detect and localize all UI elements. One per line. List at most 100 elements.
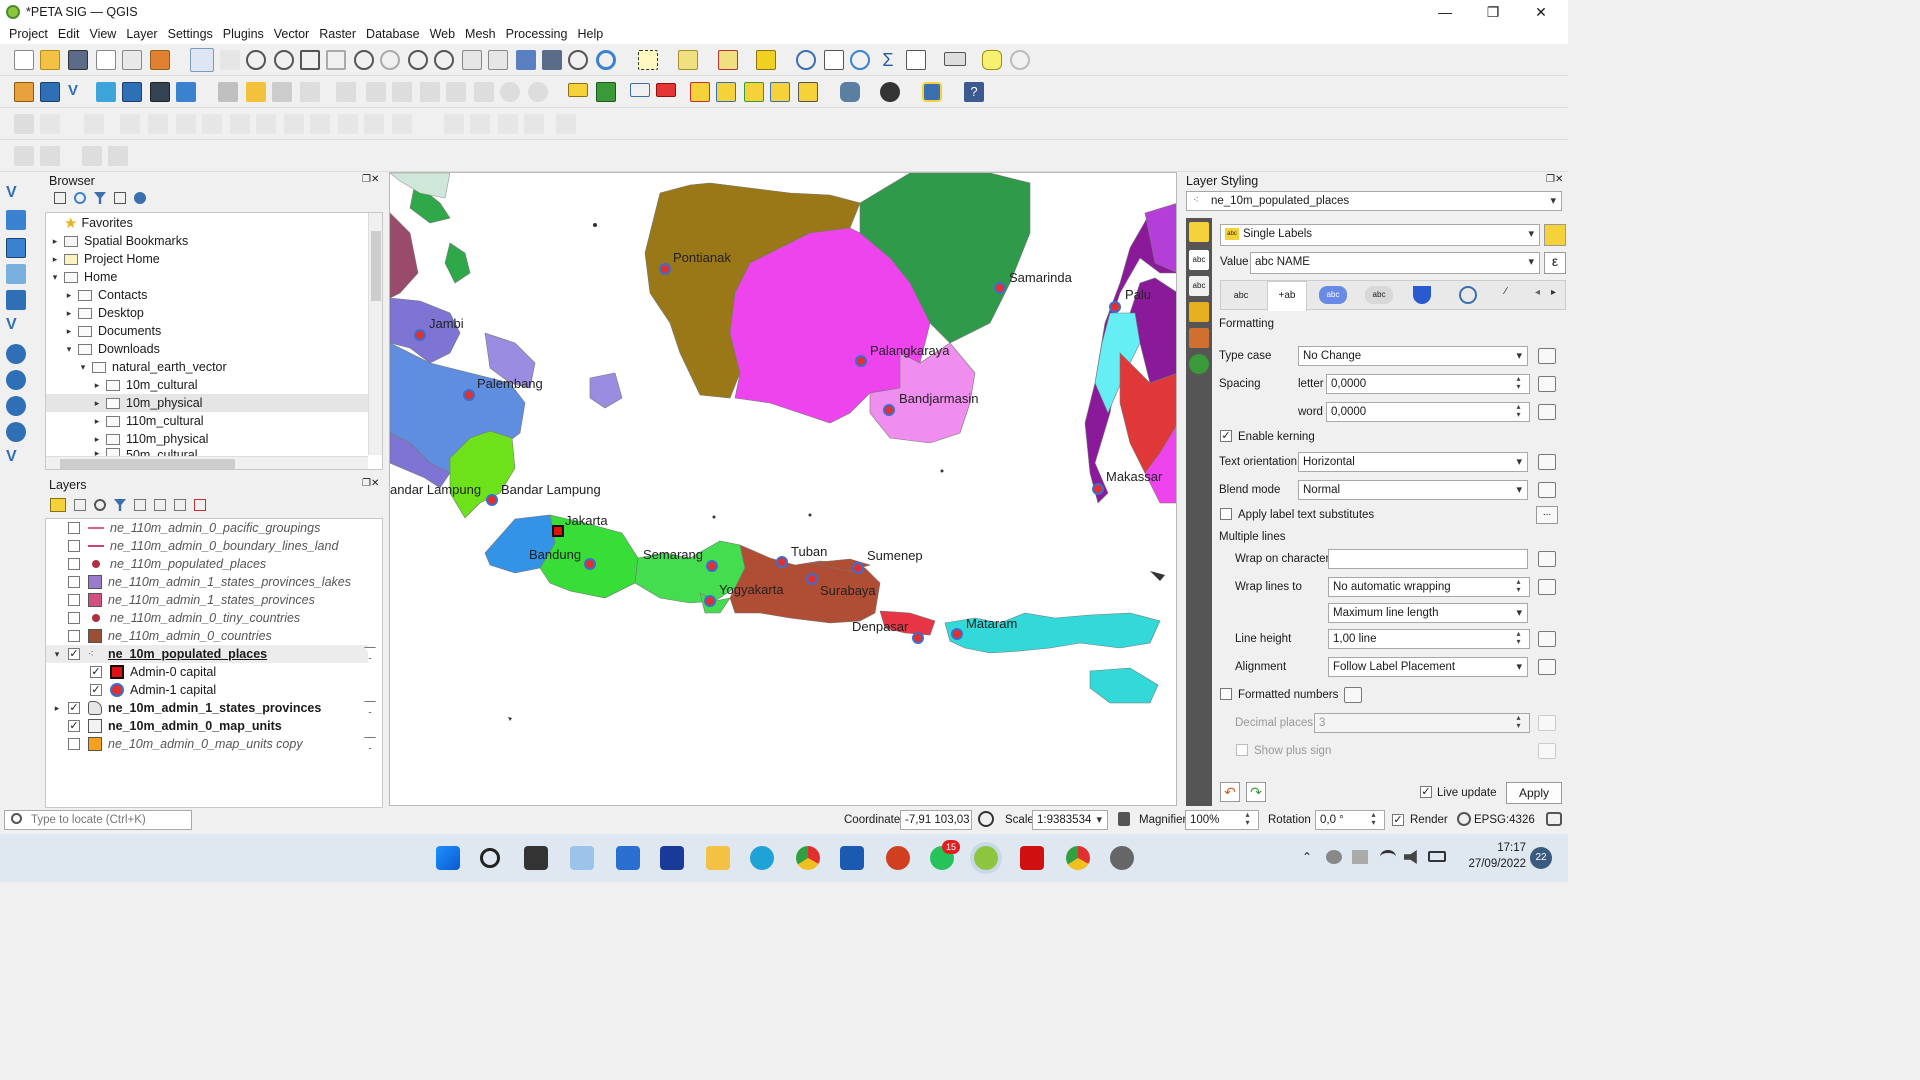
store-app-icon[interactable] [616, 846, 640, 870]
browser-item-spatial-bookmarks[interactable]: ▸ Spatial Bookmarks [50, 232, 188, 250]
search-icon[interactable] [480, 848, 500, 868]
legend-item[interactable]: ✓ Admin-1 capital [90, 681, 216, 699]
add-postgis-icon[interactable] [6, 344, 26, 364]
chrome-profile-icon[interactable] [1066, 846, 1090, 870]
browser-item-home[interactable]: ▾ Home [50, 268, 118, 286]
layer-row[interactable]: ne_110m_admin_0_tiny_countries [68, 609, 300, 627]
menu-web[interactable]: Web [425, 27, 460, 41]
render-checkbox[interactable]: ✓ [1392, 814, 1404, 826]
open-field-calculator-icon[interactable] [906, 50, 926, 70]
statistics-sigma-icon[interactable]: Σ [878, 50, 898, 70]
menu-mesh[interactable]: Mesh [460, 27, 501, 41]
delete-part-icon[interactable] [202, 114, 222, 134]
labeling-mode-combo[interactable]: abc Single Labels [1220, 224, 1540, 246]
filter-browser-icon[interactable] [94, 192, 106, 204]
3d-view-tab-icon[interactable] [1189, 302, 1209, 322]
highlight-pinned-labels-icon[interactable] [630, 83, 650, 97]
substitutes-button[interactable]: ... [1536, 506, 1558, 524]
panel-float-icon[interactable]: ❐✕ [1546, 174, 1563, 185]
measure-line-icon[interactable] [944, 52, 966, 66]
new-bookmark-icon[interactable] [516, 50, 536, 70]
layer-row[interactable]: ne_110m_admin_1_states_provinces [68, 591, 315, 609]
wrap-char-input[interactable] [1328, 549, 1528, 569]
show-bookmarks-icon[interactable] [542, 50, 562, 70]
blend-mode-combo[interactable]: Normal [1298, 480, 1528, 500]
offset-point-symbol-icon[interactable] [444, 114, 464, 134]
vertex-tool-icon[interactable] [336, 82, 356, 102]
temporal-controller-icon[interactable] [568, 50, 588, 70]
edge-browser-icon[interactable] [750, 846, 774, 870]
buffer-tab-icon[interactable]: abc [1319, 286, 1347, 304]
toggle-editing-icon[interactable] [218, 82, 238, 102]
browser-item-10m-cultural[interactable]: ▸ 10m_cultural [92, 376, 198, 394]
add-part-icon[interactable] [120, 114, 140, 134]
collapse-all-icon[interactable] [174, 499, 186, 511]
layer-row[interactable]: ne_110m_admin_0_boundary_lines_land [68, 537, 338, 555]
layer-visibility-checkbox[interactable] [68, 738, 80, 750]
lock-scale-icon[interactable] [1118, 812, 1130, 826]
scrollbar-thumb[interactable] [60, 459, 235, 469]
battery-icon[interactable] [1428, 851, 1446, 862]
layer-visibility-checkbox[interactable] [68, 630, 80, 642]
data-defined-override-icon[interactable] [1538, 454, 1556, 470]
rotate-feature-icon[interactable] [556, 114, 576, 134]
advanced-digitizing-icon[interactable] [14, 114, 34, 134]
data-defined-override-icon[interactable] [1538, 348, 1556, 364]
show-hide-labels-icon[interactable] [716, 82, 736, 102]
maximize-button[interactable]: ❐ [1470, 0, 1516, 24]
rotate-point-symbols-icon[interactable] [364, 114, 384, 134]
browser-horizontal-scrollbar[interactable] [46, 456, 368, 469]
diagrams-tab-icon[interactable] [1189, 328, 1209, 348]
layer-row[interactable]: ne_110m_admin_0_pacific_groupings [68, 519, 320, 537]
formatted-numbers-checkbox[interactable] [1220, 688, 1232, 700]
select-by-location-icon[interactable] [756, 50, 776, 70]
cut-features-icon[interactable] [420, 82, 440, 102]
plugin-tool-icon[interactable] [40, 146, 60, 166]
add-group-icon[interactable] [74, 499, 86, 511]
shadow-tab-icon[interactable] [1459, 286, 1477, 304]
add-ring-icon[interactable] [84, 114, 104, 134]
layer-labeling-icon[interactable] [596, 82, 616, 102]
label-settings-icon[interactable] [1544, 224, 1566, 246]
toggle-label-display-icon[interactable] [656, 83, 676, 97]
trim-extend-icon[interactable] [470, 114, 490, 134]
current-edits-icon[interactable] [246, 82, 266, 102]
topology-icon[interactable] [108, 146, 128, 166]
orientation-combo[interactable]: Horizontal [1298, 452, 1528, 472]
new-print-layout-icon[interactable] [96, 50, 116, 70]
collapse-all-icon[interactable] [114, 192, 126, 204]
menu-vector[interactable]: Vector [269, 27, 314, 41]
layer-select-combo[interactable]: ⁖ ne_10m_populated_places [1186, 191, 1562, 211]
pan-map-icon[interactable] [190, 48, 214, 72]
new-project-icon[interactable] [14, 50, 34, 70]
label-tool-icon[interactable] [568, 83, 588, 97]
add-mesh-icon[interactable] [6, 238, 26, 258]
browser-item-110m-cultural[interactable]: ▸ 110m_cultural [92, 412, 204, 430]
browser-item-110m-physical[interactable]: ▸ 110m_physical [92, 430, 209, 448]
line-height-input[interactable]: 1,00 line [1328, 629, 1530, 649]
browser-item-project-home[interactable]: ▸ Project Home [50, 250, 160, 268]
wifi-icon[interactable] [1380, 850, 1396, 864]
data-defined-override-icon[interactable] [1538, 715, 1556, 731]
menu-layer[interactable]: Layer [121, 27, 162, 41]
locator-search-icon[interactable] [1010, 50, 1030, 70]
file-explorer-icon[interactable] [706, 846, 730, 870]
simplify-feature-icon[interactable] [392, 114, 412, 134]
start-windows-icon[interactable] [436, 846, 460, 870]
zoom-next-icon[interactable] [434, 50, 454, 70]
minimize-button[interactable]: — [1422, 0, 1468, 24]
layer-row[interactable]: ne_110m_admin_1_states_provinces_lakes [68, 573, 351, 591]
browser-item-10m-physical[interactable]: ▸ 10m_physical [46, 394, 368, 412]
new-shapefile-icon[interactable] [96, 82, 116, 102]
fill-ring-icon[interactable] [148, 114, 168, 134]
redo-icon[interactable] [528, 82, 548, 102]
menu-edit[interactable]: Edit [53, 27, 85, 41]
magnifier-input[interactable]: 100% [1185, 810, 1259, 830]
redo-style-icon[interactable]: ↷ [1246, 782, 1266, 802]
filter-icon[interactable] [364, 737, 376, 749]
powerpoint-app-icon[interactable] [886, 846, 910, 870]
rotate-label-icon[interactable] [770, 82, 790, 102]
data-defined-override-icon[interactable] [1538, 579, 1556, 595]
settings-gear-icon[interactable] [1110, 846, 1134, 870]
data-defined-override-icon[interactable] [1538, 551, 1556, 567]
